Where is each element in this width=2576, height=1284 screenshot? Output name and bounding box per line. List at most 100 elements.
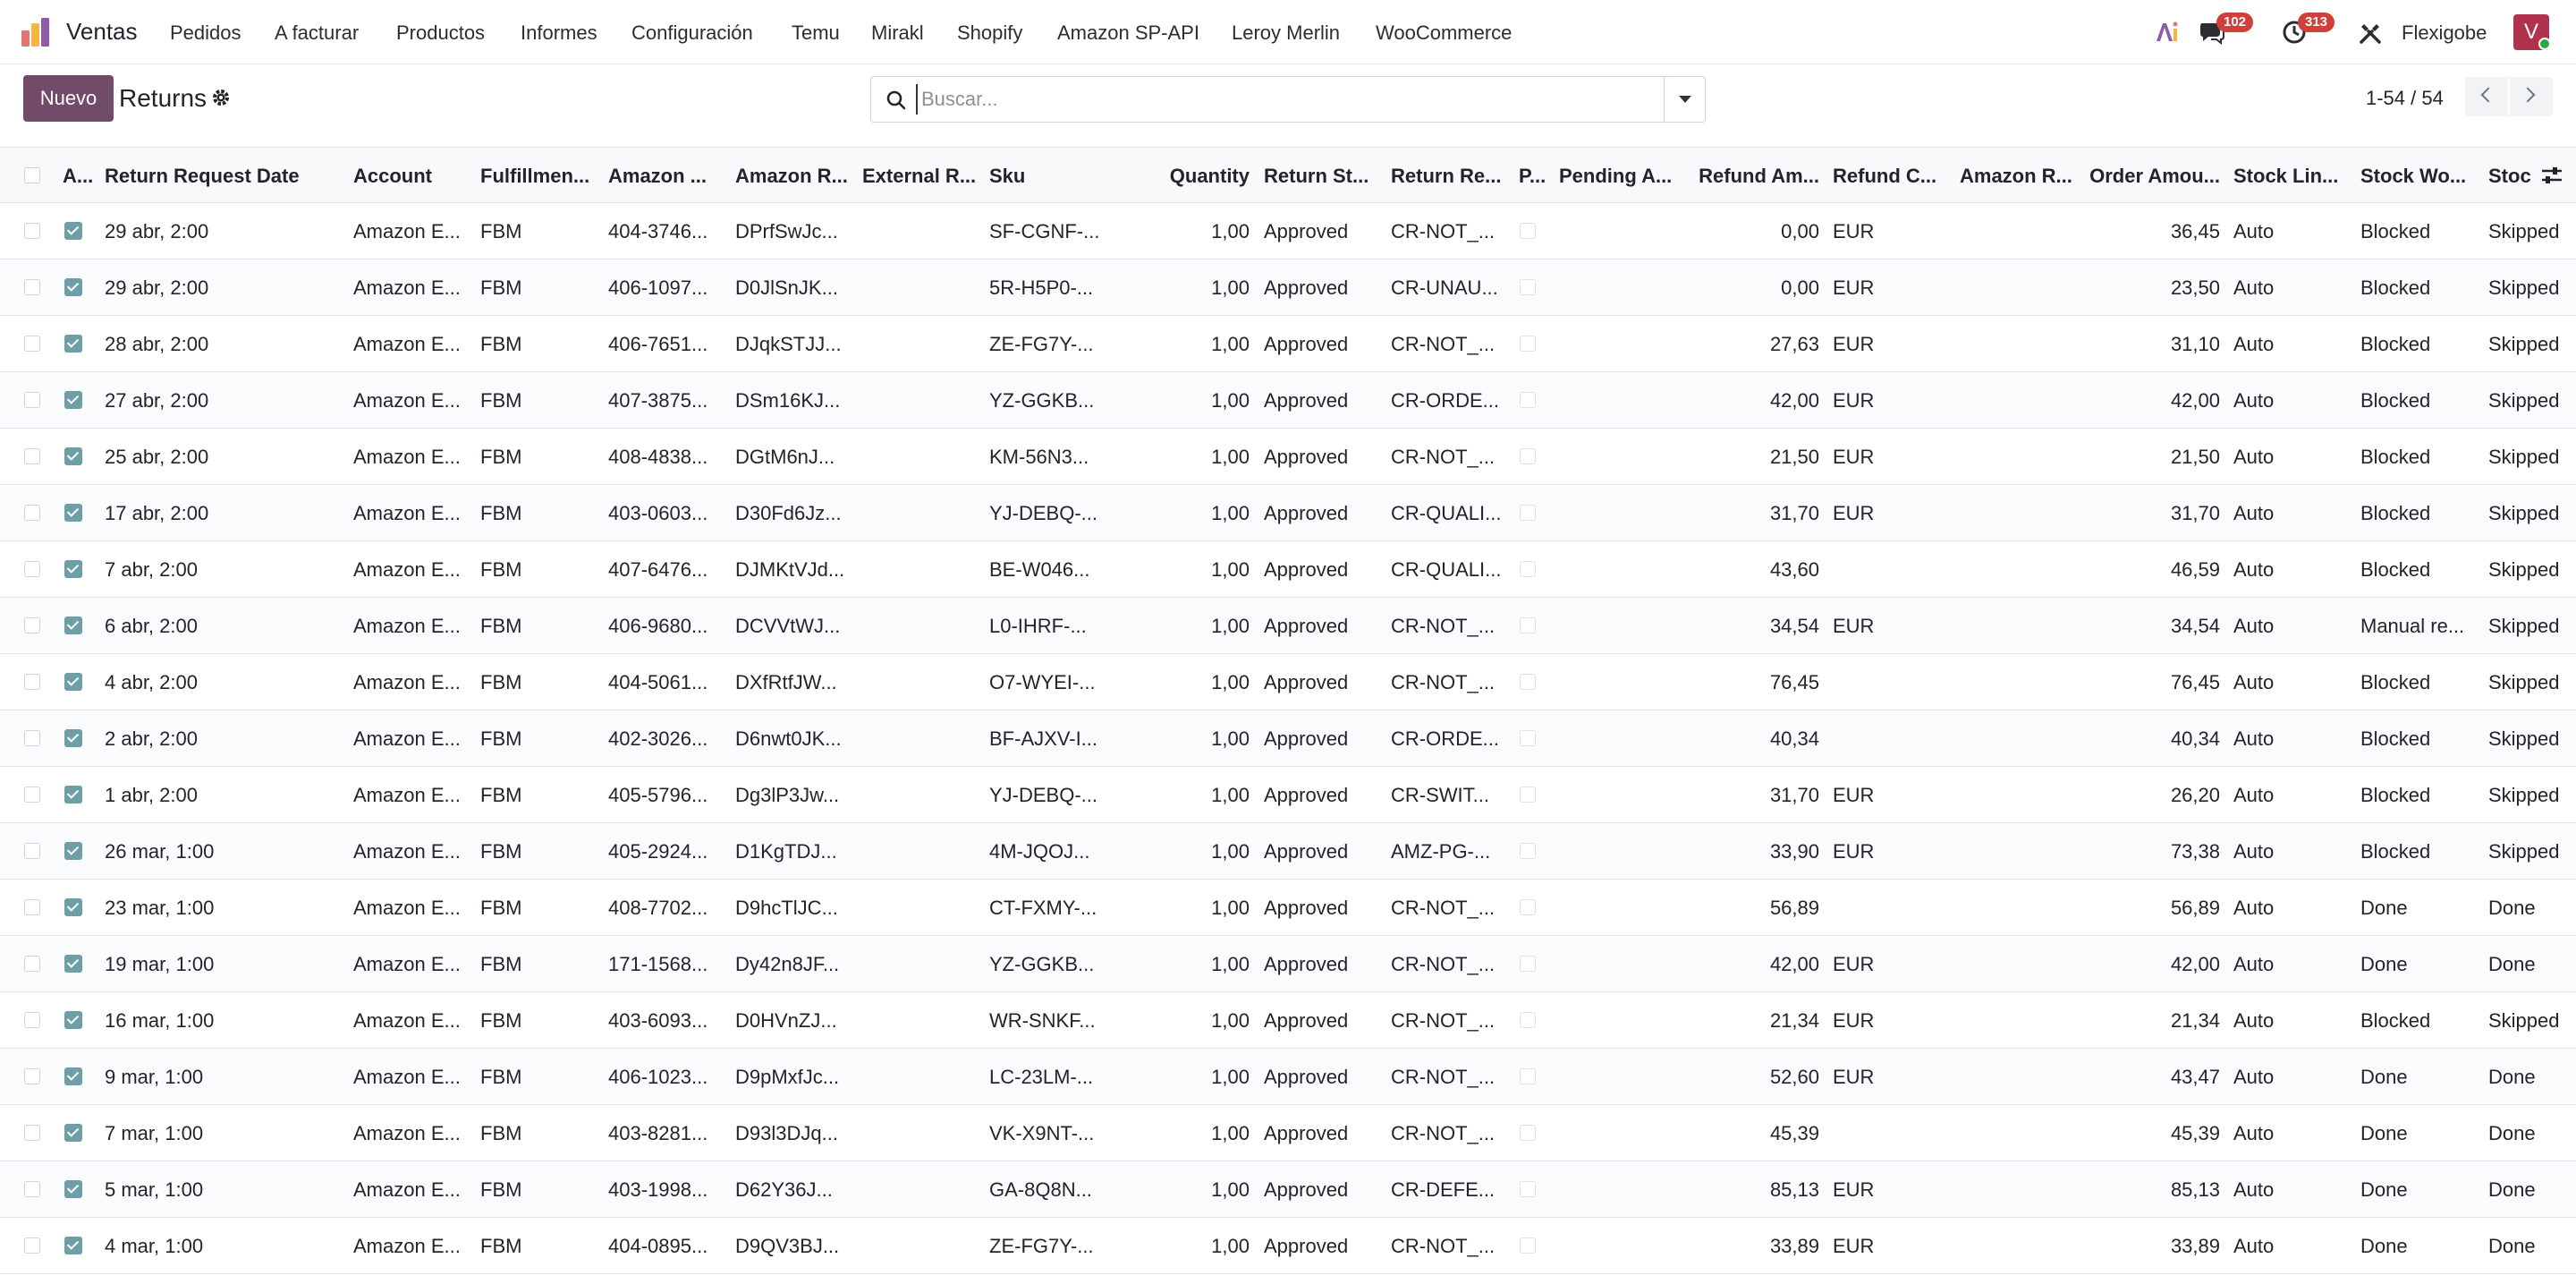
table-row[interactable]: 16 mar, 1:00 Amazon E... FBM 403-6093... D0H… (0, 992, 2576, 1049)
row-select-checkbox[interactable] (24, 1181, 40, 1197)
row-select-checkbox[interactable] (24, 505, 40, 521)
menu-item-leroy-merlin[interactable]: Leroy Merlin (1232, 21, 1340, 45)
cell-return-reason: CR-NOT_... (1391, 897, 1496, 919)
menu-item-productos[interactable]: Productos (396, 21, 485, 45)
column-header-stock-line[interactable]: Stock Lin... (2233, 165, 2346, 188)
menu-item-informes[interactable]: Informes (521, 21, 597, 45)
row-select-checkbox[interactable] (24, 787, 40, 803)
row-select-checkbox[interactable] (24, 674, 40, 690)
table-row[interactable]: 25 abr, 2:00 Amazon E... FBM 408-4838... DGt… (0, 429, 2576, 485)
pending-checkbox (1520, 787, 1536, 803)
pager-next-button[interactable] (2510, 77, 2553, 116)
column-header-amazon-rma[interactable]: Amazon R... (735, 165, 848, 188)
table-row[interactable]: 27 abr, 2:00 Amazon E... FBM 407-3875... DSm… (0, 372, 2576, 429)
app-name[interactable]: Ventas (66, 18, 138, 46)
cell-stock-workflow: Manual re... (2360, 615, 2465, 637)
pager-value[interactable]: 1-54 / 54 (2366, 87, 2444, 110)
row-select-checkbox[interactable] (24, 448, 40, 464)
cell-stock-line: Auto (2233, 276, 2275, 299)
column-header-pending[interactable]: P... (1519, 165, 1547, 188)
table-row[interactable]: 29 abr, 2:00 Amazon E... FBM 404-3746... DPr… (0, 203, 2576, 259)
row-select-checkbox[interactable] (24, 956, 40, 972)
column-header-pending-amount[interactable]: Pending A... (1559, 165, 1675, 188)
menu-item-temu[interactable]: Temu (792, 21, 840, 45)
tools-icon[interactable] (2359, 21, 2382, 45)
column-header-external-ref[interactable]: External R... (862, 165, 975, 188)
table-row[interactable]: 17 abr, 2:00 Amazon E... FBM 403-0603... D30… (0, 485, 2576, 541)
new-button[interactable]: Nuevo (23, 75, 114, 122)
cell-sku: 5R-H5P0-... (989, 276, 1094, 299)
search-input[interactable] (916, 84, 1631, 115)
table-row[interactable]: 5 mar, 1:00 Amazon E... FBM 403-1998... D62Y… (0, 1161, 2576, 1218)
column-header-stock-workflow[interactable]: Stock Wo... (2360, 165, 2473, 188)
pager-previous-button[interactable] (2465, 77, 2508, 116)
company-switcher[interactable]: Flexigobe (2402, 21, 2487, 45)
cell-refund-amount: 33,89 (1769, 1235, 1819, 1257)
row-select-checkbox[interactable] (24, 617, 40, 633)
column-header-amazon-order[interactable]: Amazon ... (608, 165, 721, 188)
ai-icon[interactable] (2154, 20, 2179, 45)
gear-icon[interactable] (211, 88, 231, 107)
table-header: A... Return Request Date Account Fulfill… (0, 147, 2576, 203)
table-row[interactable]: 19 mar, 1:00 Amazon E... FBM 171-1568... Dy4… (0, 936, 2576, 992)
column-header-sku[interactable]: Sku (989, 165, 1102, 188)
column-header-return-request-date[interactable]: Return Request Date (105, 165, 346, 188)
table-row[interactable]: 7 mar, 1:00 Amazon E... FBM 403-8281... D93l… (0, 1105, 2576, 1161)
row-select-checkbox[interactable] (24, 1068, 40, 1084)
table-row[interactable]: 29 abr, 2:00 Amazon E... FBM 406-1097... D0J… (0, 259, 2576, 316)
row-select-checkbox[interactable] (24, 1125, 40, 1141)
row-select-checkbox[interactable] (24, 336, 40, 352)
cell-stock-status: Skipped (2488, 220, 2560, 242)
table-row[interactable]: 4 mar, 1:00 Amazon E... FBM 404-0895... D9QV… (0, 1218, 2576, 1274)
table-row[interactable]: 1 abr, 2:00 Amazon E... FBM 405-5796... Dg3l… (0, 767, 2576, 823)
row-select-checkbox[interactable] (24, 843, 40, 859)
table-row[interactable]: 2 abr, 2:00 Amazon E... FBM 402-3026... D6nw… (0, 710, 2576, 767)
column-header-order-amount[interactable]: Order Amou... (2082, 165, 2220, 188)
column-header-return-status[interactable]: Return St... (1264, 165, 1378, 188)
row-select-checkbox[interactable] (24, 730, 40, 746)
row-select-checkbox[interactable] (24, 561, 40, 577)
table-row[interactable]: 28 abr, 2:00 Amazon E... FBM 406-7651... DJq… (0, 316, 2576, 372)
row-select-checkbox[interactable] (24, 223, 40, 239)
table-row[interactable]: 9 mar, 1:00 Amazon E... FBM 406-1023... D9pM… (0, 1049, 2576, 1105)
column-header-account[interactable]: Account (353, 165, 465, 188)
menu-item-mirakl[interactable]: Mirakl (871, 21, 924, 45)
column-header-refund-currency[interactable]: Refund C... (1833, 165, 1945, 188)
cell-return-date: 1 abr, 2:00 (105, 784, 198, 806)
cell-fulfillment: FBM (480, 558, 522, 581)
row-select-checkbox[interactable] (24, 392, 40, 408)
cell-refund-currency: EUR (1833, 1235, 1875, 1257)
sales-app-icon[interactable] (20, 16, 52, 48)
search-options-dropdown[interactable] (1664, 77, 1705, 122)
menu-item-a-facturar[interactable]: A facturar (275, 21, 359, 45)
table-row[interactable]: 7 abr, 2:00 Amazon E... FBM 407-6476... DJMK… (0, 541, 2576, 598)
row-select-checkbox[interactable] (24, 279, 40, 295)
column-header-refund-amount[interactable]: Refund Am... (1682, 165, 1819, 188)
table-row[interactable]: 26 mar, 1:00 Amazon E... FBM 405-2924... D1K… (0, 823, 2576, 880)
column-header-amazon-refund[interactable]: Amazon R... (1960, 165, 2072, 188)
column-header-fulfillment[interactable]: Fulfillmen... (480, 165, 593, 188)
menu-item-pedidos[interactable]: Pedidos (170, 21, 242, 45)
menu-item-woocommerce[interactable]: WooCommerce (1376, 21, 1512, 45)
table-row[interactable]: 6 abr, 2:00 Amazon E... FBM 406-9680... DCVV… (0, 598, 2576, 654)
row-select-checkbox[interactable] (24, 1237, 40, 1254)
table-row[interactable]: 4 abr, 2:00 Amazon E... FBM 404-5061... DXfR… (0, 654, 2576, 710)
column-header-stock-status[interactable]: Stoc (2488, 165, 2535, 188)
row-select-checkbox[interactable] (24, 899, 40, 915)
cell-stock-workflow: Blocked (2360, 784, 2431, 806)
column-header-active[interactable]: A... (63, 165, 95, 188)
menu-item-configuracion[interactable]: Configuración (631, 21, 753, 45)
menu-item-amazon-sp-api[interactable]: Amazon SP-API (1057, 21, 1199, 45)
cell-order-amount: 76,45 (2170, 671, 2220, 693)
cell-refund-currency: EUR (1833, 446, 1875, 468)
select-all-checkbox[interactable] (24, 167, 40, 183)
row-select-checkbox[interactable] (24, 1012, 40, 1028)
column-header-quantity[interactable]: Quantity (1118, 165, 1250, 188)
cell-refund-currency: EUR (1833, 276, 1875, 299)
cell-sku: LC-23LM-... (989, 1066, 1094, 1088)
optional-columns-icon[interactable] (2540, 164, 2563, 187)
column-header-return-reason[interactable]: Return Re... (1391, 165, 1504, 188)
table-row[interactable]: 23 mar, 1:00 Amazon E... FBM 408-7702... D9h… (0, 880, 2576, 936)
menu-item-shopify[interactable]: Shopify (957, 21, 1022, 45)
cell-return-date: 19 mar, 1:00 (105, 953, 215, 975)
